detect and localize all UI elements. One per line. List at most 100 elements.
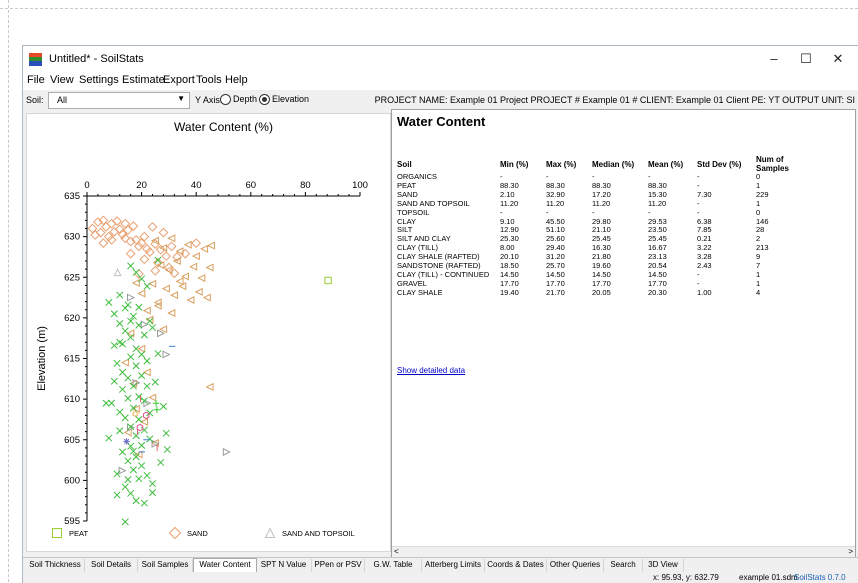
x-tick-label: 0	[84, 180, 89, 191]
tab-g-w-table[interactable]: G.W. Table	[365, 559, 422, 572]
y-tick-label: 605	[64, 435, 80, 446]
data-point-clay	[191, 252, 200, 261]
menu-file[interactable]: File	[27, 74, 45, 86]
table-cell: 4	[756, 287, 761, 297]
menu-estimate[interactable]: Estimate	[122, 74, 165, 86]
scroll-left-icon[interactable]: <	[394, 547, 399, 556]
table-cell: 20.05	[592, 287, 611, 297]
tab-ppen-or-psv[interactable]: PPen or PSV	[312, 559, 365, 572]
tab-spt-n-value[interactable]: SPT N Value	[256, 559, 312, 572]
table-row: CLAY SHALE 19.40 21.70 20.05 20.30 1.00 4	[397, 287, 818, 298]
data-point-clay-till	[110, 377, 118, 385]
data-point-clay	[205, 263, 214, 272]
data-point-clay	[140, 417, 149, 426]
data-point-clay-till	[118, 368, 127, 376]
menu-help[interactable]: Help	[225, 74, 248, 86]
table-cell: 7.30	[697, 189, 712, 199]
data-point-sand	[161, 251, 172, 262]
stats-header-cell: Num of Samples	[756, 155, 789, 173]
elevation-radio[interactable]	[259, 94, 270, 105]
legend-label: PEAT	[69, 529, 88, 538]
table-cell: 11.20	[500, 198, 519, 208]
frame-guide-top	[0, 8, 858, 9]
data-point-clay-till	[129, 466, 137, 474]
data-point-clay	[194, 287, 203, 296]
table-cell: 229	[756, 189, 769, 199]
data-point-clay-till	[108, 399, 116, 407]
tab-3d-view[interactable]: 3D View	[643, 559, 684, 572]
data-point-clay-till	[124, 476, 132, 484]
data-point-clay-till	[138, 441, 146, 449]
app-window: Untitled* - SoilStats – ☐ ✕ File View Se…	[22, 45, 858, 583]
scroll-right-icon[interactable]: >	[848, 547, 853, 556]
cursor-coordinates: x: 95.93, y: 632.79	[653, 573, 719, 582]
tab-search[interactable]: Search	[604, 559, 643, 572]
menu-settings[interactable]: Settings	[79, 74, 119, 86]
data-point-clay-till	[143, 282, 151, 290]
data-point-clay-till	[116, 408, 124, 416]
x-tick-label: 20	[136, 180, 147, 191]
soil-dropdown[interactable]: All ▼	[48, 92, 190, 109]
table-cell: CLAY	[397, 216, 417, 226]
table-cell: 0	[756, 172, 761, 181]
tab-water-content[interactable]: Water Content	[193, 558, 257, 573]
table-cell: CLAY SHALE	[397, 287, 443, 297]
elevation-radio-label[interactable]: Elevation	[272, 94, 309, 104]
menu-bar: File View Settings Estimate Export Tools…	[23, 72, 858, 90]
data-point-clay	[150, 236, 159, 245]
tab-coords-dates[interactable]: Coords & Dates	[485, 559, 547, 572]
depth-radio-label[interactable]: Depth	[233, 94, 257, 104]
data-point-clay-till	[135, 393, 143, 401]
data-point-clay-till	[154, 350, 162, 358]
data-point-clay	[197, 274, 206, 283]
table-cell: -	[697, 172, 700, 181]
maximize-button[interactable]: ☐	[791, 49, 821, 69]
close-button[interactable]: ✕	[823, 49, 853, 69]
data-point-clay	[200, 244, 209, 253]
data-point-clay-till	[124, 374, 132, 382]
data-point-clay-till	[118, 385, 127, 393]
data-point-clay	[142, 368, 151, 377]
data-point-clay	[137, 289, 146, 298]
data-point-sand	[142, 243, 152, 254]
data-point-clay-till	[127, 353, 135, 361]
data-point-clay-till	[102, 399, 110, 407]
stats-panel: Water Content Soil Min (%) Max (%) Median (…	[391, 109, 856, 559]
data-point-clay-till	[135, 475, 143, 483]
table-cell: 1	[756, 198, 761, 208]
data-point-sand	[147, 221, 158, 232]
data-point-clay-till	[138, 350, 146, 358]
chevron-down-icon: ▼	[177, 94, 185, 103]
water-content-chart: Water Content (%) 0 20 40 60 80 100 635 630 625 62…	[36, 120, 368, 540]
data-point-clay	[205, 382, 214, 391]
data-point-clay	[131, 278, 140, 287]
data-point-clay	[202, 293, 211, 302]
chart-panel: Water Content (%) 0 20 40 60 80 100 635 630 625 62…	[26, 113, 391, 552]
soil-dropdown-value: All	[57, 95, 68, 105]
data-point-clay-till	[162, 429, 170, 437]
tab-soil-details[interactable]: Soil Details	[85, 559, 138, 572]
y-tick-label: 625	[64, 272, 80, 283]
tab-other-queries[interactable]: Other Queries	[547, 559, 604, 572]
menu-view[interactable]: View	[50, 74, 74, 86]
depth-radio[interactable]	[220, 94, 231, 105]
legend-label: SAND AND TOPSOIL	[282, 529, 355, 538]
data-point-clay	[206, 241, 215, 250]
show-detailed-data-link[interactable]: Show detailed data	[397, 366, 465, 375]
data-point-sand	[98, 238, 109, 249]
data-point-clay	[148, 393, 157, 402]
minimize-button[interactable]: –	[759, 49, 789, 69]
tab-soil-samples[interactable]: Soil Samples	[138, 559, 193, 572]
tab-atterberg-limits[interactable]: Atterberg Limits	[422, 559, 485, 572]
table-cell: -	[697, 198, 700, 208]
tab-soil-thickness[interactable]: Soil Thickness	[26, 559, 85, 572]
data-point-clay	[137, 344, 146, 353]
title-bar: Untitled* - SoilStats – ☐ ✕	[23, 46, 858, 74]
stats-title: Water Content	[397, 114, 486, 129]
menu-export[interactable]: Export	[163, 74, 195, 86]
data-point-clay-till	[146, 435, 154, 443]
data-point-clay-till	[116, 291, 124, 299]
data-point-clay-till	[116, 427, 124, 435]
menu-tools[interactable]: Tools	[196, 74, 222, 86]
data-point-clay	[183, 240, 192, 249]
